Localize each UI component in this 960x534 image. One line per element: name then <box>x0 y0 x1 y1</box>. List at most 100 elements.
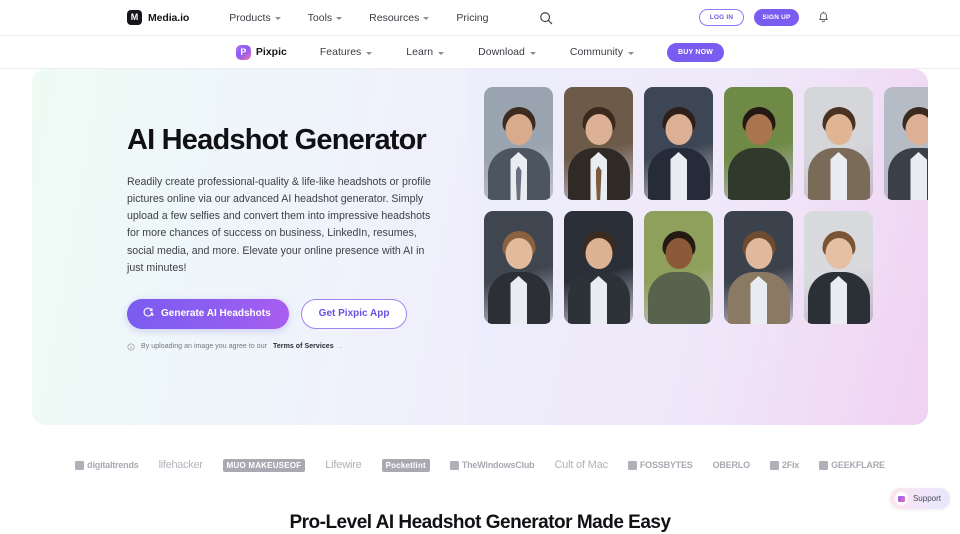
headshot-thumbnail <box>804 87 873 200</box>
headshot-body <box>727 148 790 200</box>
headshot-thumbnail <box>484 211 553 324</box>
chevron-down-icon <box>423 17 430 20</box>
mediaio-brand-name: Media.io <box>148 11 190 24</box>
press-logo-label: GEEKFLARE <box>831 460 885 470</box>
hero-description: Readily create professional-quality & li… <box>127 175 431 274</box>
page-title: AI Headshot Generator <box>127 124 427 156</box>
nav-item-resources[interactable]: Resources <box>369 11 430 24</box>
signup-button[interactable]: SIGN UP <box>754 9 799 26</box>
nav-label: Resources <box>369 11 420 24</box>
chevron-down-icon <box>274 17 281 20</box>
generate-ai-headshots-button[interactable]: Generate AI Headshots <box>127 298 289 329</box>
headshot-face <box>825 114 852 145</box>
press-logo: lifehacker <box>159 459 203 471</box>
subnav-label: Community <box>569 46 623 58</box>
press-logo-label: digitaltrends <box>87 460 139 470</box>
nav-label: Pricing <box>456 11 489 24</box>
press-logo: Pocketlint <box>381 458 430 472</box>
hero-cta-group: Generate AI Headshots Get Pixpic App <box>127 298 457 329</box>
headshot-face <box>905 114 928 145</box>
press-logo-label: 2Fix <box>781 460 800 470</box>
nav-item-products[interactable]: Products <box>229 11 281 24</box>
pixpic-brand[interactable]: P Pixpic <box>235 44 287 60</box>
nav-label: Products <box>229 11 271 24</box>
nav-item-pricing[interactable]: Pricing <box>456 12 488 24</box>
chevron-down-icon <box>627 51 634 55</box>
mediaio-brand[interactable]: M Media.io <box>127 10 189 25</box>
headshot-face <box>745 238 772 269</box>
press-logo-label: Lifewire <box>325 459 362 471</box>
press-logo: MUO MAKEUSEOF <box>222 458 306 472</box>
subnav-label: Download <box>478 46 525 58</box>
terms-notice: By uploading an image you agree to our T… <box>127 343 457 351</box>
subnav-item-community[interactable]: Community <box>570 46 634 58</box>
headshot-thumbnail <box>724 211 793 324</box>
press-logo-label: Cult of Mac <box>554 459 608 471</box>
login-button[interactable]: LOG IN <box>699 9 744 26</box>
headshot-thumbnail <box>484 87 553 200</box>
headshot-thumbnail <box>644 211 713 324</box>
terms-suffix: . <box>339 343 342 351</box>
account-actions: LOG IN SIGN UP <box>699 9 830 26</box>
support-widget[interactable]: Support <box>889 488 950 509</box>
buy-now-button[interactable]: BUY NOW <box>666 42 725 62</box>
headshot-face <box>585 238 612 269</box>
chevron-down-icon <box>366 51 373 55</box>
subnav-item-download[interactable]: Download <box>478 46 536 58</box>
headshot-shirt <box>830 276 847 324</box>
headshot-shirt <box>830 152 847 200</box>
press-logo: Lifewire <box>325 459 362 471</box>
press-logo: TheWindowsClub <box>449 460 535 470</box>
chevron-down-icon <box>336 17 343 20</box>
headshot-face <box>825 238 852 269</box>
chevron-down-icon <box>438 51 445 55</box>
primary-nav: Products Tools Resources Pricing <box>229 11 553 25</box>
headshot-face <box>585 114 612 145</box>
headshot-shirt <box>750 276 767 324</box>
press-logo-label: Pocketlint <box>385 460 426 470</box>
support-label: Support <box>912 494 941 503</box>
hero-banner: AI Headshot Generator Readily create pro… <box>32 69 928 425</box>
get-pixpic-app-button[interactable]: Get Pixpic App <box>300 298 408 329</box>
subnav-items: Features Learn Download Community <box>320 46 634 58</box>
hero-section-wrapper: AI Headshot Generator Readily create pro… <box>0 69 960 425</box>
headshot-face <box>505 238 532 269</box>
headshot-shirt <box>910 152 927 200</box>
headshot-thumbnail <box>644 87 713 200</box>
headshot-body <box>647 272 710 324</box>
headshot-thumbnail <box>884 87 928 200</box>
sparkle-glyph <box>897 495 905 502</box>
terms-of-services-link[interactable]: Terms of Services <box>273 343 334 350</box>
press-logo-label: OBERLO <box>712 460 751 470</box>
subnav-label: Learn <box>406 46 434 58</box>
press-logo-mark-icon <box>449 460 459 470</box>
press-logo-label: MUO MAKEUSEOF <box>226 460 302 470</box>
nav-item-tools[interactable]: Tools <box>308 12 343 24</box>
press-logo: digitaltrends <box>75 460 139 470</box>
press-logo: FOSSBYTES <box>627 460 693 470</box>
press-logo-label: FOSSBYTES <box>639 460 693 470</box>
headshot-shirt <box>670 152 687 200</box>
notification-bell-icon[interactable] <box>817 11 830 25</box>
headshot-face <box>665 238 692 269</box>
hero-copy: AI Headshot Generator Readily create pro… <box>127 124 457 351</box>
gallery-row-1 <box>484 87 928 200</box>
press-logo-strip: digitaltrends lifehacker MUO MAKEUSEOF Life… <box>0 452 960 478</box>
press-logo-mark-icon <box>75 460 85 470</box>
gallery-row-2 <box>484 211 928 324</box>
press-logo: GEEKFLARE <box>819 460 885 470</box>
product-subnav: P Pixpic Features Learn Download Communi… <box>0 36 960 69</box>
search-icon[interactable] <box>539 11 553 25</box>
subnav-item-features[interactable]: Features <box>320 46 373 58</box>
press-logo-mark-icon <box>769 460 779 470</box>
mediaio-logo-icon: M <box>127 10 142 25</box>
press-logo: OBERLO <box>712 460 751 470</box>
headshot-shirt <box>510 276 527 324</box>
press-logo-mark-icon <box>627 460 637 470</box>
headshot-face <box>665 114 692 145</box>
headshot-shirt <box>590 276 607 324</box>
press-logo-label: lifehacker <box>158 459 203 471</box>
generate-button-label: Generate AI Headshots <box>161 308 271 320</box>
subnav-item-learn[interactable]: Learn <box>406 46 445 58</box>
press-logo-label: TheWindowsClub <box>461 460 535 470</box>
